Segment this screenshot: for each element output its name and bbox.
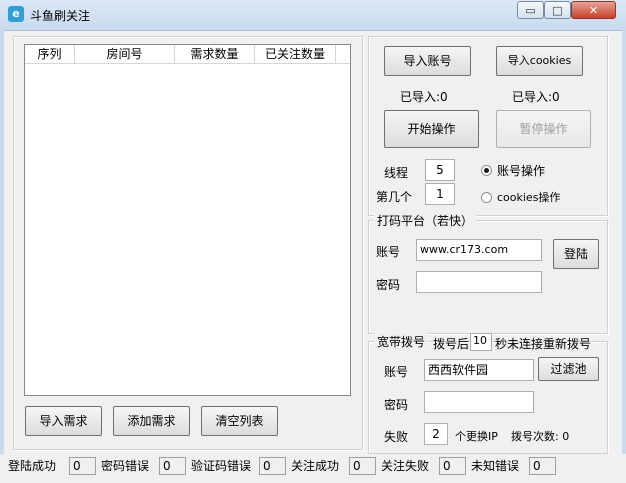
window-title: 斗鱼刷关注 [30,9,91,23]
dialup-password-label: 密码 [384,398,409,412]
status-captcha-error-label: 验证码错误 [191,459,252,473]
dialup-password-input[interactable] [424,391,534,413]
status-login-success-label: 登陆成功 [8,459,57,473]
cookies-mode-radio[interactable] [481,192,492,203]
clear-list-button[interactable]: 清空列表 [201,406,278,436]
minimize-button[interactable]: ▭ [517,1,544,19]
import-cookies-button[interactable]: 导入cookies [496,46,583,76]
column-header-followed[interactable]: 已关注数量 [255,45,336,63]
status-follow-fail-label: 关注失败 [381,459,430,473]
dialup-seconds-input[interactable]: 10 [470,333,492,351]
login-button[interactable]: 登陆 [553,239,599,269]
status-password-error-label: 密码错误 [101,459,150,473]
captcha-password-label: 密码 [376,278,401,292]
captcha-account-input[interactable]: www.cr173.com [416,239,542,261]
dialup-account-label: 账号 [384,365,409,379]
filter-pool-button[interactable]: 过滤池 [538,357,599,381]
window-frame-right [622,30,626,483]
window-frame-left [0,30,4,483]
list-header: 序列 房间号 需求数量 已关注数量 [25,45,350,64]
captcha-legend: 打码平台（若快） [374,212,477,229]
status-follow-success-label: 关注成功 [291,459,340,473]
status-unknown-error-value: 0 [529,457,556,475]
status-follow-fail-value: 0 [439,457,466,475]
column-header-room[interactable]: 房间号 [75,45,175,63]
demand-list[interactable] [24,44,351,396]
captcha-account-label: 账号 [376,245,401,259]
fail-suffix: 个更换IP [455,430,498,443]
app-icon: e [8,6,24,22]
dialup-after-suffix: 秒未连接重新拨号 [495,337,592,351]
close-button[interactable]: ✕ [571,1,616,19]
column-header-index[interactable]: 序列 [25,45,75,63]
start-button[interactable]: 开始操作 [384,110,479,148]
index-input[interactable]: 1 [425,183,455,205]
pause-button[interactable]: 暂停操作 [496,110,591,148]
status-captcha-error-value: 0 [259,457,286,475]
index-label: 第几个 [376,190,413,204]
dial-count: 拨号次数: 0 [511,430,570,443]
account-mode-radio[interactable] [481,165,492,176]
add-demand-button[interactable]: 添加需求 [113,406,190,436]
status-password-error-value: 0 [159,457,186,475]
account-mode-label: 账号操作 [497,164,546,178]
fail-label: 失败 [384,430,409,444]
imported-account-count: 已导入:0 [400,90,448,104]
dialup-after-label: 拨号后 [433,337,470,351]
dialup-legend: 宽带拨号 [374,333,429,350]
dialup-account-input[interactable]: 西西软件园 [424,359,534,381]
status-login-success-value: 0 [69,457,96,475]
imported-cookies-count: 已导入:0 [512,90,560,104]
status-follow-success-value: 0 [349,457,376,475]
column-header-demand[interactable]: 需求数量 [175,45,255,63]
fail-count-input[interactable]: 2 [424,423,448,445]
import-account-button[interactable]: 导入账号 [384,46,471,76]
status-unknown-error-label: 未知错误 [471,459,520,473]
captcha-password-input[interactable] [416,271,542,293]
threads-input[interactable]: 5 [425,159,455,181]
maximize-button[interactable]: □ [544,1,571,19]
threads-label: 线程 [384,166,409,180]
import-demand-button[interactable]: 导入需求 [25,406,102,436]
cookies-mode-label: cookies操作 [497,191,561,204]
